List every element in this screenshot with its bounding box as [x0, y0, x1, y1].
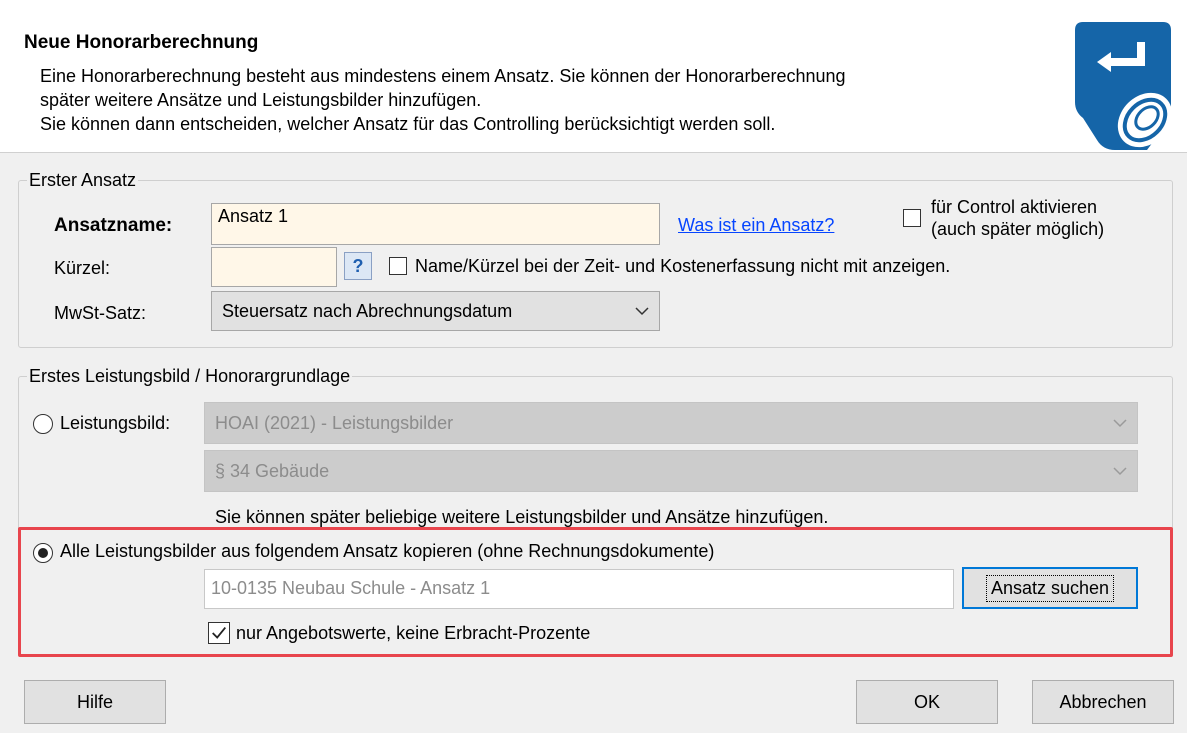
search-ansatz-button[interactable]: Ansatz suchen — [962, 567, 1138, 609]
copy-ansatz-radio-label: Alle Leistungsbilder aus folgendem Ansat… — [60, 541, 715, 561]
leistungsbild-legend: Erstes Leistungsbild / Honorargrundlage — [29, 366, 351, 386]
leistungsbild-catalog-value: HOAI (2021) - Leistungsbilder — [215, 412, 454, 433]
ok-button[interactable]: OK — [856, 680, 998, 724]
hide-name-checkbox[interactable] — [389, 257, 407, 275]
mwst-select[interactable]: Steuersatz nach Abrechnungsdatum — [211, 291, 660, 331]
ansatzname-input[interactable]: Ansatz 1 — [211, 203, 660, 245]
mwst-select-value: Steuersatz nach Abrechnungsdatum — [222, 300, 513, 321]
ansatzname-label: Ansatzname: — [54, 215, 173, 236]
kuerzel-help-button[interactable]: ? — [344, 252, 372, 280]
only-offer-checkbox[interactable] — [208, 622, 230, 644]
chevron-down-icon — [635, 307, 649, 316]
cancel-button[interactable]: Abbrechen — [1032, 680, 1174, 724]
leistungsbild-item-value: § 34 Gebäude — [215, 460, 330, 481]
dialog-header: Neue Honorarberechnung Eine Honorarberec… — [0, 0, 1187, 153]
leistungsbild-item-select[interactable]: § 34 Gebäude — [204, 450, 1138, 492]
dialog-description: Eine Honorarberechnung besteht aus minde… — [40, 64, 846, 136]
description-line-3: Sie können dann entscheiden, welcher Ans… — [40, 114, 776, 134]
chevron-down-icon — [1113, 419, 1127, 428]
what-is-ansatz-link[interactable]: Was ist ein Ansatz? — [678, 215, 834, 236]
control-activate-checkbox[interactable] — [903, 209, 921, 227]
leistungsbild-hint: Sie können später beliebige weitere Leis… — [215, 507, 829, 527]
leistungsbild-radio[interactable] — [33, 414, 53, 434]
erster-ansatz-legend: Erster Ansatz — [29, 170, 137, 190]
radio-selected-dot — [38, 548, 48, 558]
copy-source-input[interactable]: 10-0135 Neubau Schule - Ansatz 1 — [204, 569, 954, 609]
kuerzel-label: Kürzel: — [54, 258, 111, 278]
copy-ansatz-radio[interactable] — [33, 543, 53, 563]
control-activate-label-line1: für Control aktivieren — [931, 197, 1098, 217]
search-ansatz-button-label: Ansatz suchen — [985, 574, 1115, 602]
hide-name-label: Name/Kürzel bei der Zeit- und Kostenerfa… — [415, 256, 951, 276]
description-line-2: später weitere Ansätze und Leistungsbild… — [40, 90, 482, 110]
checkmark-icon — [212, 627, 226, 639]
kuerzel-input[interactable] — [211, 247, 337, 287]
help-button[interactable]: Hilfe — [24, 680, 166, 724]
dialog-title: Neue Honorarberechnung — [24, 32, 259, 53]
mwst-label: MwSt-Satz: — [54, 303, 147, 323]
chevron-down-icon — [1113, 467, 1127, 476]
control-activate-label: für Control aktivieren (auch später mögl… — [931, 196, 1104, 240]
leistungsbild-catalog-select[interactable]: HOAI (2021) - Leistungsbilder — [204, 402, 1138, 444]
leistungsbild-radio-label: Leistungsbild: — [60, 413, 171, 433]
only-offer-label: nur Angebotswerte, keine Erbracht-Prozen… — [236, 623, 591, 643]
control-activate-label-line2: (auch später möglich) — [931, 219, 1105, 239]
enter-key-touch-icon — [1075, 22, 1171, 150]
description-line-1: Eine Honorarberechnung besteht aus minde… — [40, 66, 846, 86]
